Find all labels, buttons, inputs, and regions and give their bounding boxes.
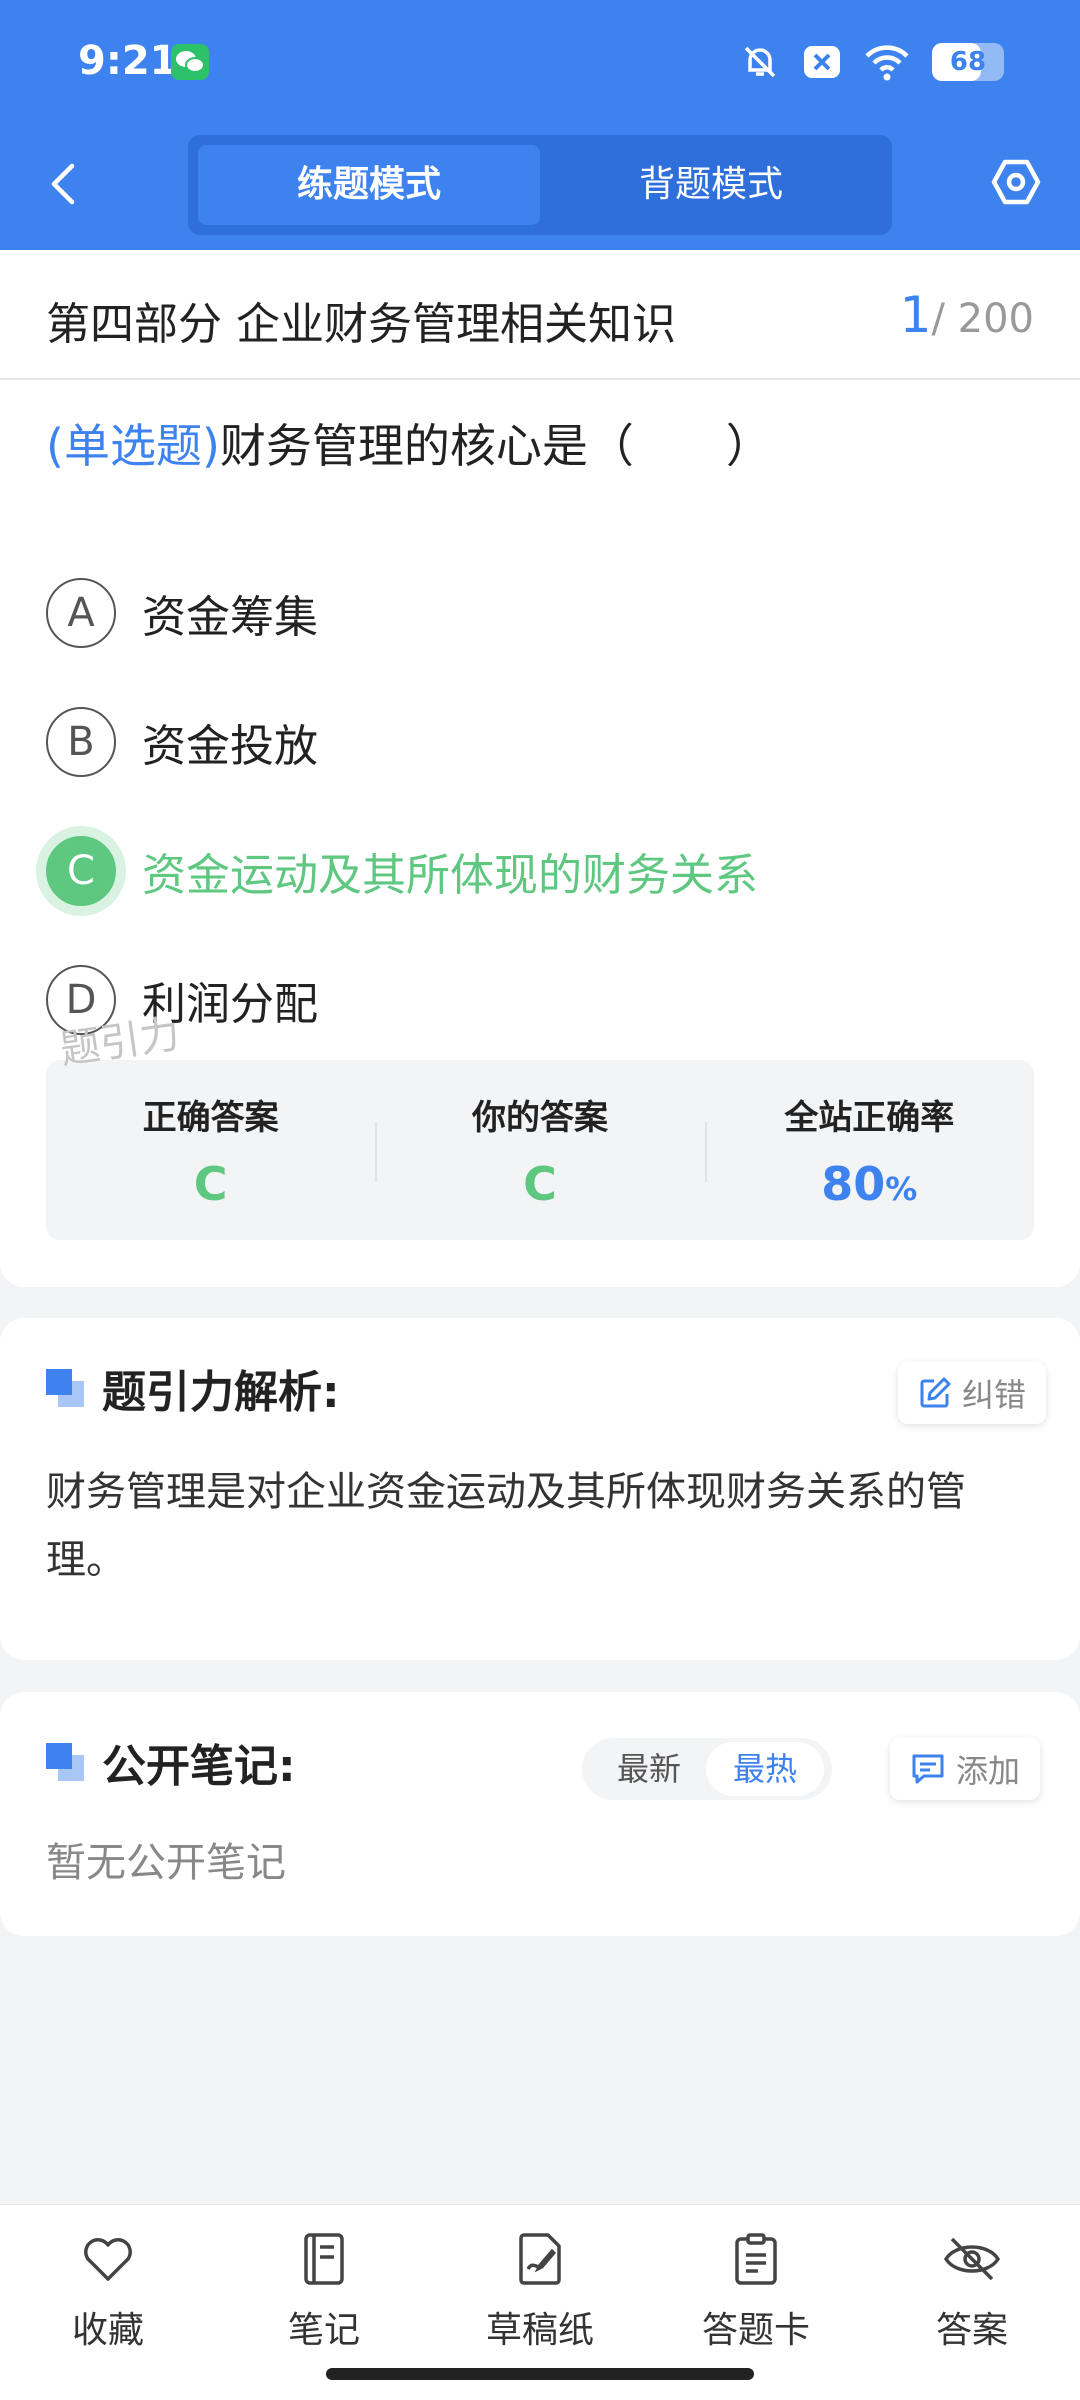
report-error-button[interactable]: 纠错 — [898, 1362, 1047, 1424]
section-title: 第四部分 企业财务管理相关知识 — [46, 299, 676, 350]
heart-icon — [84, 2238, 132, 2281]
analysis-card: 题引力解析: 纠错 财务管理是对企业资金运动及其所体现财务关系的管理。 — [0, 1318, 1080, 1660]
draft-paper-button[interactable]: 草稿纸 — [465, 2231, 615, 2353]
notes-button[interactable]: 笔记 — [249, 2231, 399, 2353]
stat-correct-answer: 正确答案 C — [46, 1060, 375, 1240]
question-type: (单选题) — [46, 419, 220, 473]
stat-value: C — [523, 1157, 557, 1211]
current-question: 1 — [899, 286, 932, 344]
edit-icon — [920, 1377, 951, 1408]
favorite-button[interactable]: 收藏 — [33, 2231, 183, 2353]
answer-sheet-icon — [735, 2233, 777, 2285]
analysis-title: 题引力解析: — [46, 1356, 340, 1420]
stat-value: 80% — [821, 1157, 918, 1211]
empty-notes-text: 暂无公开笔记 — [46, 1840, 286, 1886]
question-header: 第四部分 企业财务管理相关知识 1/ 200 — [0, 250, 1080, 380]
option-text: 资金投放 — [142, 721, 318, 772]
option-letter: A — [46, 578, 116, 648]
option-letter: B — [46, 707, 116, 777]
stat-value: C — [193, 1157, 228, 1211]
stat-label: 全站正确率 — [784, 1098, 955, 1138]
sort-hottest[interactable]: 最热 — [706, 1742, 824, 1796]
eye-off-icon — [943, 2237, 1001, 2281]
header: 9:21 68 练题模式 背题模式 — [0, 0, 1080, 250]
tab-memorize-mode[interactable]: 背题模式 — [540, 145, 882, 225]
title-mark-icon — [46, 1743, 84, 1781]
public-notes-card: 公开笔记: 最新 最热 添加 暂无公开笔记 — [0, 1692, 1080, 1936]
wechat-icon — [171, 44, 209, 80]
stat-your-answer: 你的答案 C — [375, 1060, 704, 1240]
stat-site-accuracy: 全站正确率 80% — [704, 1060, 1034, 1240]
answer-stats: 正确答案 C 你的答案 C 全站正确率 80% — [46, 1060, 1034, 1240]
analysis-text: 财务管理是对企业资金运动及其所体现财务关系的管理。 — [46, 1469, 966, 1583]
question-card: 第四部分 企业财务管理相关知识 1/ 200 (单选题)财务管理的核心是（ ） … — [0, 250, 1080, 1287]
show-answer-button[interactable]: 答案 — [897, 2231, 1047, 2353]
nav-label: 草稿纸 — [485, 2310, 594, 2351]
answer-sheet-button[interactable]: 答题卡 — [681, 2231, 831, 2353]
stat-label: 你的答案 — [471, 1098, 608, 1138]
notes-title: 公开笔记: — [46, 1730, 296, 1794]
tab-practice-mode[interactable]: 练题模式 — [198, 145, 540, 225]
option-c[interactable]: C 资金运动及其所体现的财务关系 — [46, 834, 758, 908]
nav-label: 笔记 — [287, 2310, 360, 2351]
option-text: 资金运动及其所体现的财务关系 — [142, 850, 758, 901]
add-note-button[interactable]: 添加 — [890, 1738, 1041, 1800]
nav-label: 答案 — [935, 2310, 1008, 2351]
total-questions: / 200 — [931, 296, 1034, 342]
notes-sort-switch: 最新 最热 — [582, 1738, 832, 1800]
nav-label: 答题卡 — [701, 2310, 810, 2351]
settings-hex-icon[interactable] — [990, 156, 1042, 208]
home-indicator[interactable] — [326, 2368, 754, 2380]
option-letter: C — [46, 836, 116, 906]
option-b[interactable]: B 资金投放 — [46, 705, 318, 779]
sort-newest[interactable]: 最新 — [590, 1742, 708, 1796]
back-icon[interactable] — [44, 160, 84, 208]
question-progress[interactable]: 1/ 200 — [900, 286, 1034, 344]
status-bar: 9:21 68 — [0, 0, 1080, 125]
battery-indicator: 68 — [932, 43, 1004, 81]
option-text: 资金筹集 — [142, 592, 318, 643]
notebook-icon — [304, 2233, 344, 2285]
nav-label: 收藏 — [71, 2310, 144, 2351]
mute-bell-icon — [744, 46, 776, 78]
question-text: (单选题)财务管理的核心是（ ） — [46, 410, 772, 476]
draft-paper-icon — [519, 2233, 561, 2285]
status-time: 9:21 — [78, 38, 178, 84]
comment-icon — [912, 1754, 944, 1784]
close-box-icon — [804, 46, 840, 78]
question-stem: 财务管理的核心是（ ） — [219, 419, 772, 473]
option-a[interactable]: A 资金筹集 — [46, 576, 318, 650]
stat-label: 正确答案 — [142, 1098, 279, 1138]
mode-switch: 练题模式 背题模式 — [188, 135, 892, 235]
wifi-icon — [865, 45, 909, 81]
title-mark-icon — [46, 1369, 84, 1407]
